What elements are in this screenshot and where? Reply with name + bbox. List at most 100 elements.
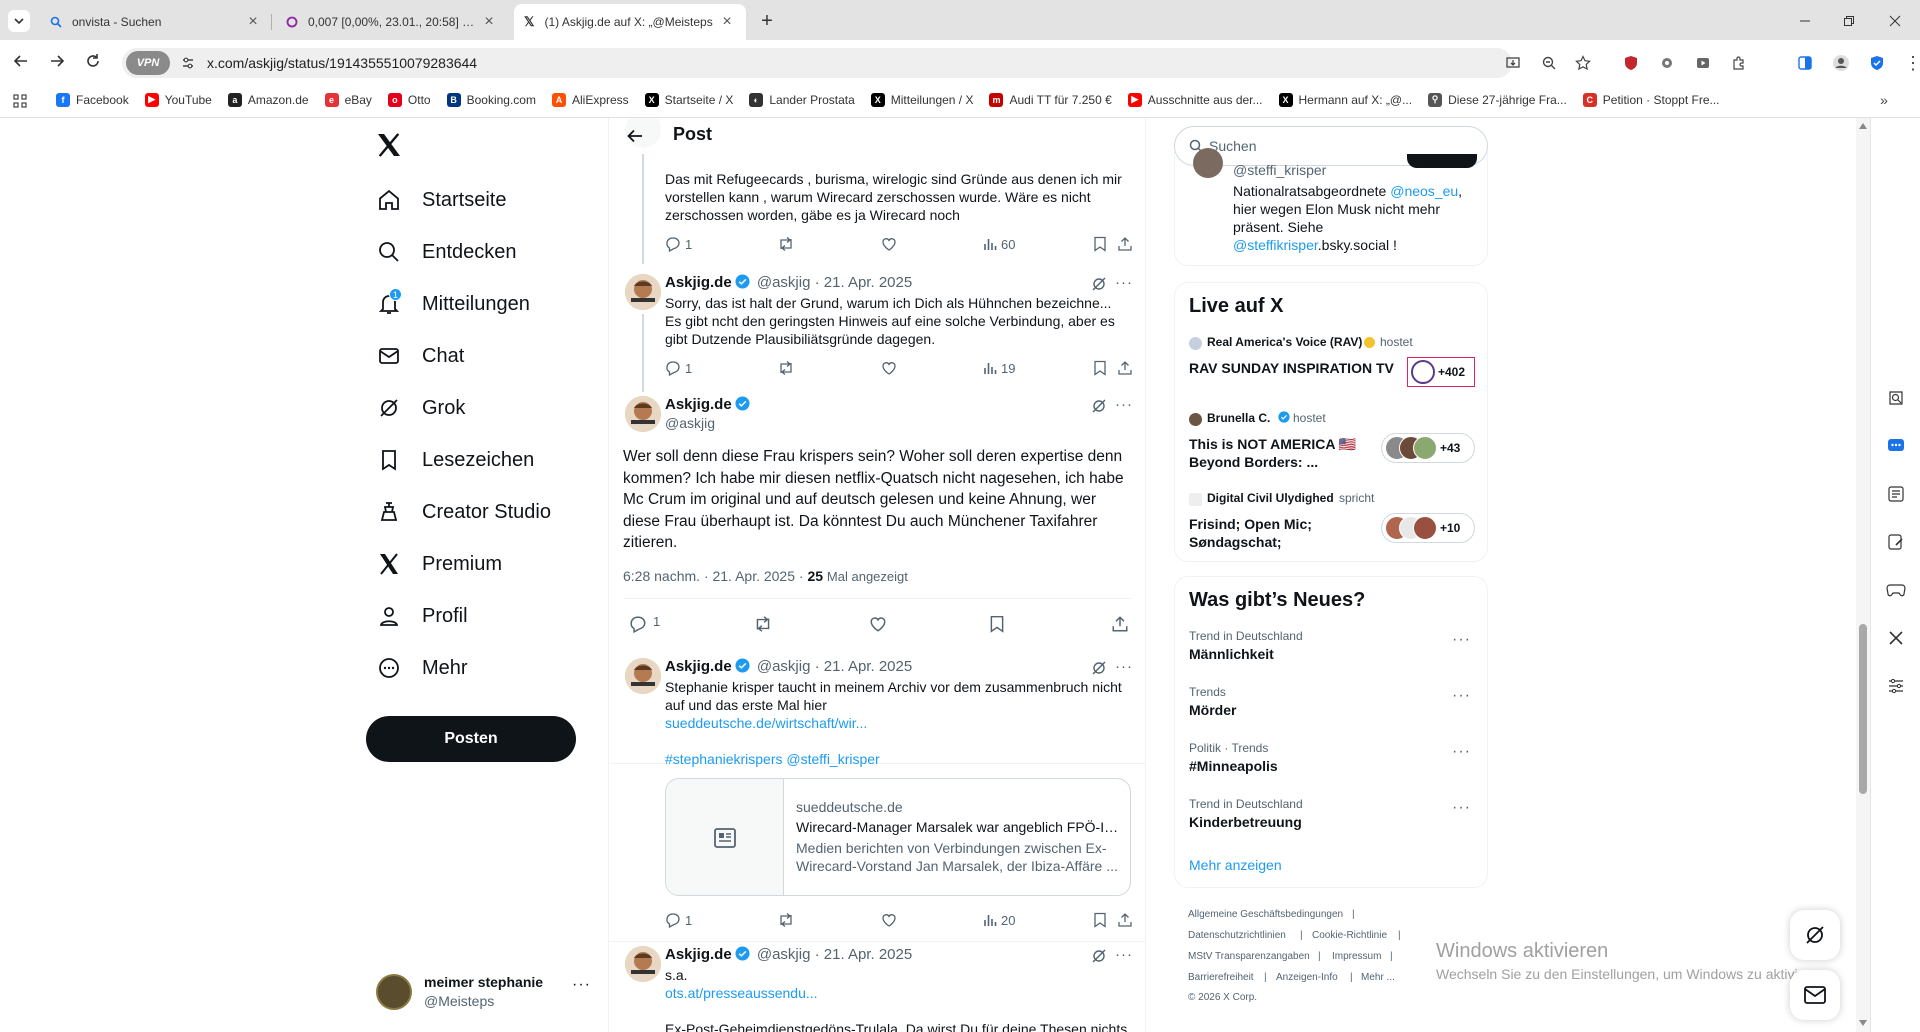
browser-tab-wirecard[interactable]: 0,007 [0,00%, 23.01., 20:58] Wir... × [276, 4, 508, 40]
nav-more[interactable]: Mehr [376, 648, 468, 688]
bio-mention-link[interactable]: @neos_eu [1390, 183, 1458, 199]
reload-icon[interactable] [82, 50, 104, 72]
grok-floating-button[interactable] [1790, 910, 1840, 960]
tweet-more-icon[interactable]: ··· [1115, 396, 1133, 413]
share-icon[interactable] [1111, 615, 1129, 633]
bookmark-icon[interactable] [1093, 912, 1107, 928]
footer-link[interactable]: Datenschutzrichtlinien [1188, 930, 1286, 941]
forward-arrow-icon[interactable] [46, 50, 68, 72]
trend-item[interactable]: Politik · Trends #Minneapolis ··· [1189, 741, 1475, 774]
video-extension-icon[interactable] [1692, 52, 1714, 74]
author-handle[interactable]: @askjig [757, 946, 811, 963]
avatar[interactable] [625, 396, 661, 432]
tab-close-icon[interactable]: × [480, 13, 498, 31]
url-text[interactable]: x.com/askjig/status/1914355510079283644 [207, 55, 477, 71]
tweet-more-icon[interactable]: ··· [1115, 274, 1133, 291]
footer-link[interactable]: Barrierefreiheit [1188, 972, 1254, 983]
vpn-badge[interactable]: VPN [126, 51, 170, 75]
browser-tab-x-active[interactable]: 𝕏 (1) Askjig.de auf X: „@Meisteps × [514, 4, 746, 40]
tweet-more-icon[interactable]: ··· [1115, 946, 1133, 963]
back-arrow-icon[interactable] [625, 126, 645, 146]
share-icon[interactable] [1117, 360, 1133, 376]
like-heart-icon[interactable] [881, 236, 897, 252]
reply-icon[interactable] [665, 360, 681, 376]
live-item[interactable]: Digital Civil Ulydighed spricht Frisind;… [1189, 491, 1475, 551]
bookmark-item[interactable]: X Startseite / X [644, 92, 733, 107]
nav-notifications[interactable]: 1 Mitteilungen [376, 284, 530, 324]
scrollbar-thumb[interactable] [1859, 624, 1867, 794]
tweet-link[interactable]: ots.at/presseaussendu... [665, 984, 818, 1002]
puzzle-extensions-icon[interactable] [1728, 52, 1750, 74]
bookmark-item[interactable]: ▶ Ausschnitte aus der... [1127, 92, 1263, 107]
tweet-timestamp[interactable]: 6:28 nachm. · 21. Apr. 2025 · [623, 568, 804, 584]
new-tab-plus-icon[interactable]: + [756, 10, 778, 32]
bookmark-item[interactable]: B Booking.com [446, 92, 536, 107]
avatar[interactable] [1193, 148, 1223, 178]
tweet-hashtags[interactable]: #stephaniekrispers @steffi_krisper [665, 750, 880, 768]
trend-item[interactable]: Trend in Deutschland Männlichkeit ··· [1189, 629, 1475, 662]
live-item[interactable]: Real America's Voice (RAV) hostet RAV SU… [1189, 335, 1475, 395]
author-name[interactable]: Askjig.de [665, 396, 732, 413]
side-notes-icon[interactable] [1886, 532, 1906, 552]
window-minimize-icon[interactable] [1796, 12, 1814, 30]
profile-icon[interactable] [1830, 52, 1852, 74]
scroll-down-arrow-icon[interactable] [1859, 1020, 1867, 1026]
trend-item[interactable]: Trends Mörder ··· [1189, 685, 1475, 718]
show-more-link[interactable]: Mehr anzeigen [1189, 857, 1282, 873]
link-preview-card[interactable]: sueddeutsche.de Wirecard-Manager Marsale… [665, 778, 1131, 896]
bookmark-item[interactable]: ⚲ Diese 27-jährige Fra... [1428, 92, 1567, 107]
grok-icon[interactable] [1091, 948, 1107, 964]
tab-list-chevron-icon[interactable] [8, 10, 30, 32]
side-search-icon[interactable] [1886, 388, 1906, 408]
bookmark-item[interactable]: A AliExpress [551, 92, 629, 107]
retweet-icon[interactable] [777, 912, 795, 928]
ublock-extension-icon[interactable] [1620, 52, 1642, 74]
author-name[interactable]: Askjig.de [665, 946, 732, 963]
bookmark-star-icon[interactable] [1574, 54, 1592, 72]
tab-close-icon[interactable]: × [244, 13, 262, 31]
grok-icon[interactable] [1091, 660, 1107, 676]
bookmark-item[interactable]: ▶ YouTube [144, 92, 212, 107]
shield-extension-icon[interactable] [1866, 52, 1888, 74]
footer-link[interactable]: Allgemeine Geschäftsbedingungen [1188, 909, 1343, 920]
side-tools-icon[interactable] [1886, 628, 1906, 648]
side-customize-icon[interactable] [1886, 676, 1906, 696]
x-logo-icon[interactable] [374, 130, 404, 160]
profile-handle[interactable]: @steffi_krisper [1233, 162, 1326, 178]
trend-more-icon[interactable]: ··· [1452, 631, 1471, 649]
bookmark-item[interactable]: C Petition · Stoppt Fre... [1582, 92, 1720, 107]
trend-more-icon[interactable]: ··· [1452, 687, 1471, 705]
messages-floating-button[interactable] [1790, 970, 1840, 1020]
back-arrow-icon[interactable] [10, 50, 32, 72]
tweet-date[interactable]: · 21. Apr. 2025 [815, 274, 913, 291]
author-name[interactable]: Askjig.de [665, 274, 732, 291]
side-messenger-icon[interactable] [1886, 436, 1906, 456]
like-heart-icon[interactable] [869, 615, 887, 633]
share-icon[interactable] [1117, 236, 1133, 252]
views-chart-icon[interactable] [983, 237, 997, 251]
tweet-more-icon[interactable]: ··· [1115, 658, 1133, 675]
apps-grid-icon[interactable] [12, 93, 28, 109]
reply-icon[interactable] [629, 615, 647, 633]
bookmark-icon[interactable] [989, 615, 1005, 633]
sidebar-toggle-icon[interactable] [1794, 52, 1816, 74]
follow-button[interactable] [1407, 154, 1477, 168]
like-heart-icon[interactable] [881, 912, 897, 928]
share-icon[interactable] [1117, 912, 1133, 928]
nav-grok[interactable]: Grok [376, 388, 465, 428]
footer-link[interactable]: Cookie-Richtlinie [1312, 930, 1387, 941]
tweet-link[interactable]: sueddeutsche.de/wirtschaft/wir... [665, 714, 867, 732]
trend-more-icon[interactable]: ··· [1452, 743, 1471, 761]
bookmarks-overflow-icon[interactable]: » [1876, 92, 1892, 108]
reply-icon[interactable] [665, 236, 681, 252]
retweet-icon[interactable] [777, 236, 795, 252]
zoom-icon[interactable] [1540, 54, 1558, 72]
tweet-reply[interactable]: Askjig.de @askjig · 21. Apr. 2025 ··· s.… [609, 946, 1145, 1032]
retweet-icon[interactable] [753, 615, 773, 633]
footer-link[interactable]: MStV Transparenzangaben [1188, 951, 1310, 962]
author-name[interactable]: Askjig.de [665, 658, 732, 675]
author-handle[interactable]: @askjig [757, 274, 811, 291]
tweet-date[interactable]: · 21. Apr. 2025 [815, 946, 913, 963]
bookmark-icon[interactable] [1093, 360, 1107, 376]
views-chart-icon[interactable] [983, 913, 997, 927]
